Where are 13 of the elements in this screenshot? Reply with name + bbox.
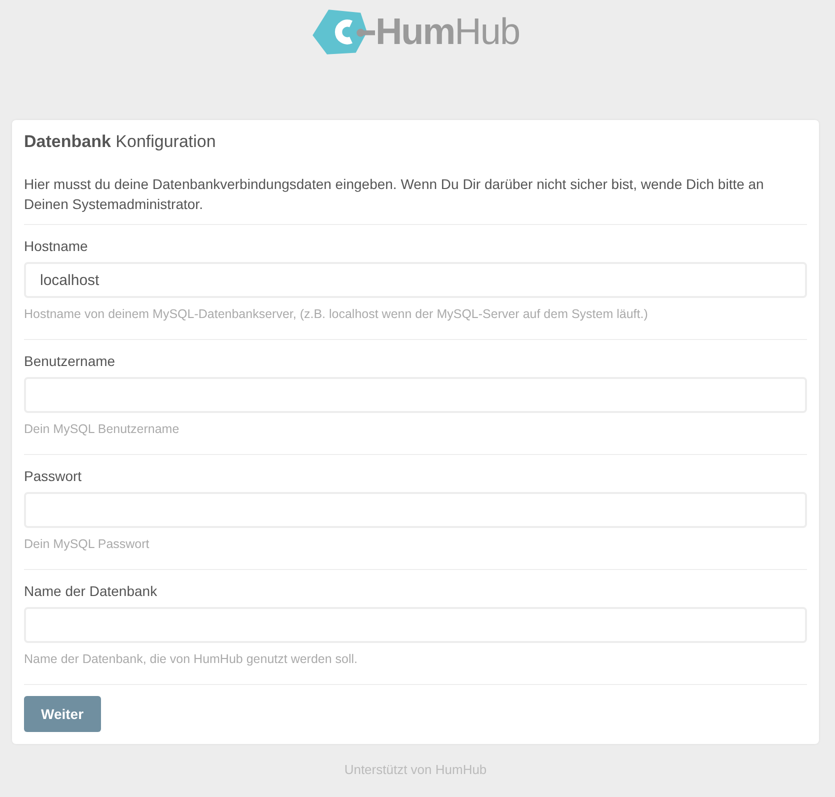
field-label: Name der Datenbank [24,583,158,599]
input-field[interactable]: localhost [24,262,807,298]
help-text: Dein MySQL Passwort [24,537,150,551]
field-label: Passwort [24,468,83,484]
field-label: Benutzername [24,353,116,369]
field-label: Hostname [24,238,89,254]
intro-text: Hier musst du deine Datenbankverbindungsdaten eingeben. Wenn Du Dir darüber nicht sicher bist, wende Dich bitte an Deinen Systemadministrator. [24,175,765,214]
logo-icon [311,7,376,57]
panel-title: Datenbank Konfiguration [24,132,217,152]
help-text: Name der Datenbank, die von HumHub genutzt werden soll. [24,652,359,666]
logo-text: HumHub [375,11,520,53]
help-text: Hostname von deinem MySQL-Datenbankserver, (z.B. localhost wenn der MySQL-Server auf dem System läuft.) [24,307,649,321]
help-text: Dein MySQL Benutzername [24,422,180,436]
